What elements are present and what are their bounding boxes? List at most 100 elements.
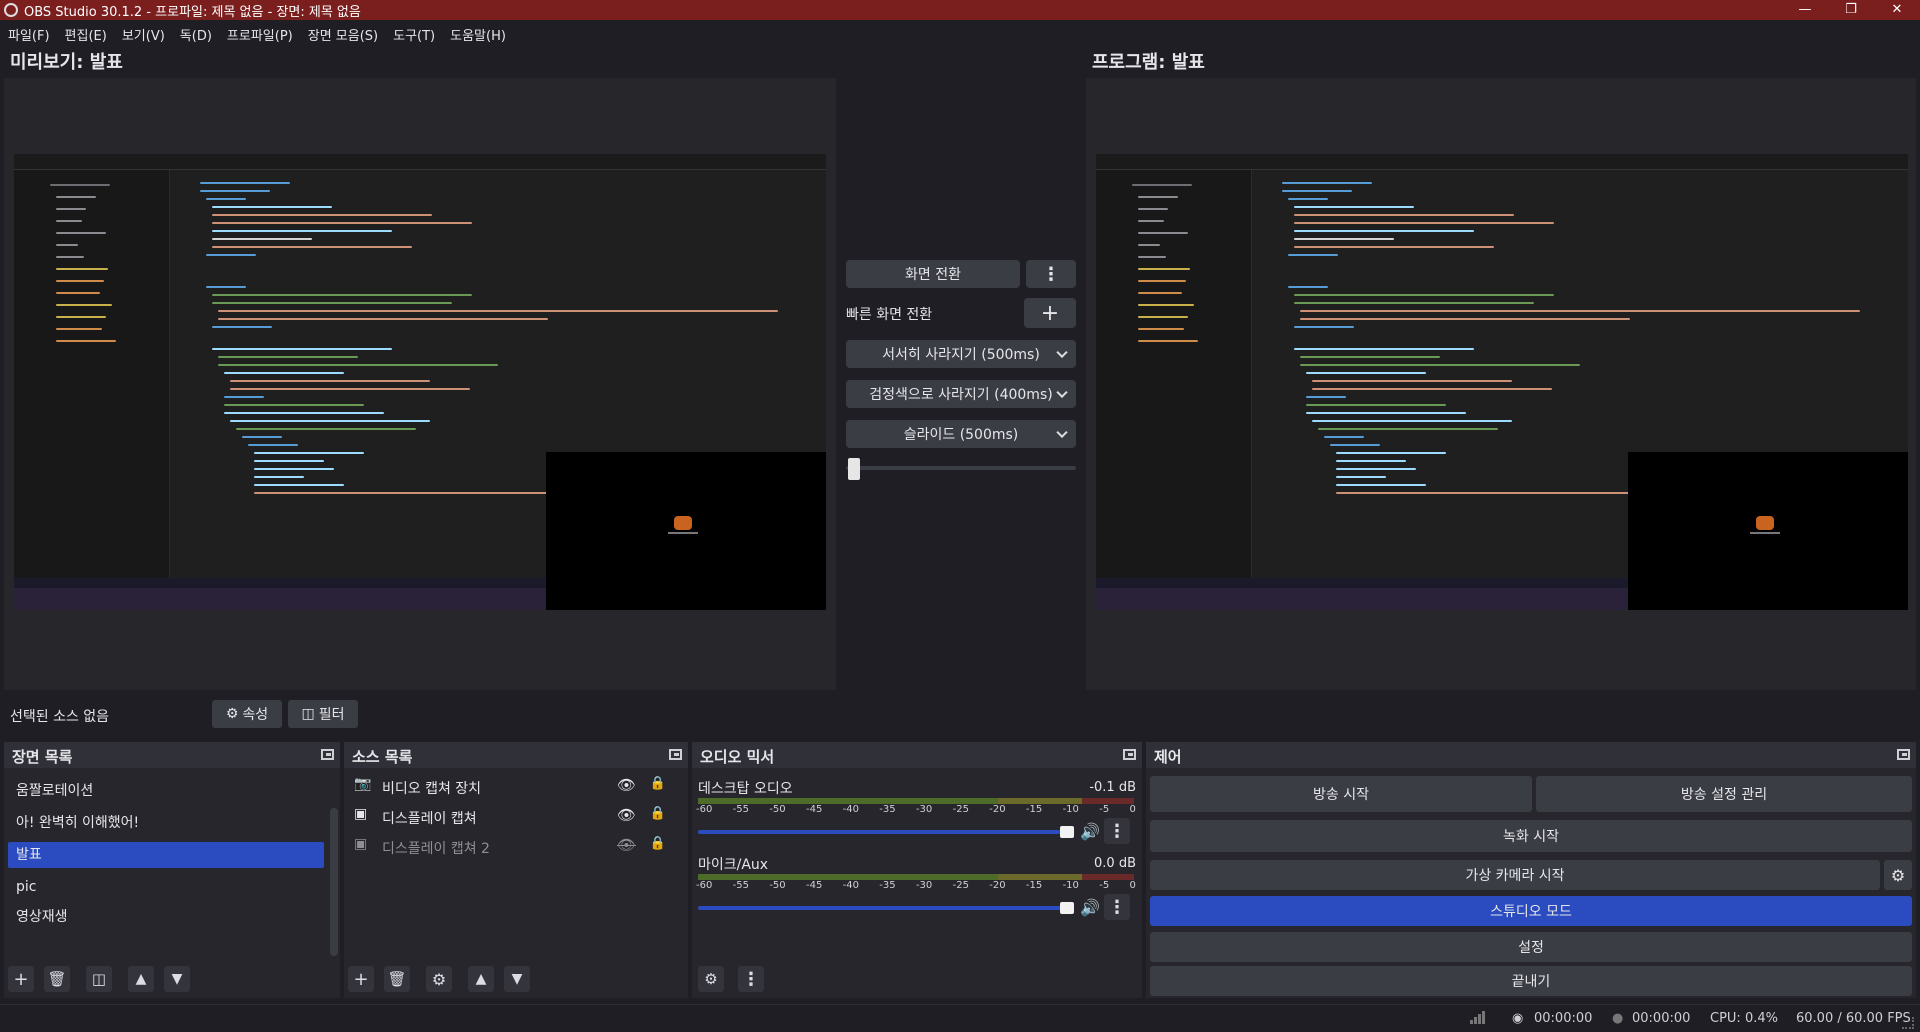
audio-meter-ticks: -60 -55 -50 -45 -40 -35 -30 -25 -20 -15 -10 -5 0: [696, 880, 1136, 891]
undock-icon[interactable]: [1897, 749, 1910, 760]
audio-channel-menu-button[interactable]: ⋮: [1104, 818, 1130, 844]
filter-icon: ◫: [301, 706, 315, 722]
chevron-up-icon: ▲: [135, 971, 147, 987]
properties-button[interactable]: ⚙ 속성: [212, 700, 282, 728]
menu-edit[interactable]: 편집(E): [65, 25, 107, 44]
remove-source-button[interactable]: 🗑: [384, 966, 410, 992]
chevron-down-icon: [1056, 346, 1068, 359]
quick-transition-fade-to-black[interactable]: 검정색으로 사라지기 (400ms): [846, 380, 1076, 408]
add-scene-button[interactable]: +: [8, 966, 34, 992]
audio-channel-db: 0.0 dB: [1094, 856, 1136, 871]
quick-transition-slide[interactable]: 슬라이드 (500ms): [846, 420, 1076, 448]
scenes-title: 장면 목록: [12, 748, 73, 766]
chevron-down-icon: ▼: [171, 971, 183, 987]
undock-icon[interactable]: [669, 749, 682, 760]
volume-slider[interactable]: [698, 826, 1074, 838]
maximize-button[interactable]: ❐: [1828, 0, 1874, 20]
virtual-camera-settings-button[interactable]: ⚙: [1884, 860, 1912, 890]
source-properties-button[interactable]: ⚙: [426, 966, 452, 992]
filter-icon: ◫: [91, 970, 107, 988]
settings-button[interactable]: 설정: [1150, 932, 1912, 962]
monitor-icon: ▣: [354, 836, 368, 852]
undock-icon[interactable]: [321, 749, 334, 760]
scene-item[interactable]: pic: [8, 874, 324, 900]
move-scene-down-button[interactable]: ▼: [164, 966, 190, 992]
start-recording-button[interactable]: 녹화 시작: [1150, 820, 1912, 852]
stream-status-icon: ◉: [1512, 1011, 1524, 1026]
menu-help[interactable]: 도움말(H): [450, 25, 506, 44]
move-source-down-button[interactable]: ▼: [504, 966, 530, 992]
studio-mode-button[interactable]: 스튜디오 모드: [1150, 896, 1912, 926]
advanced-audio-button[interactable]: ⚙: [698, 966, 724, 992]
no-source-selected-label: 선택된 소스 없음: [10, 709, 110, 725]
chevron-up-icon: ▲: [475, 971, 487, 987]
gear-icon: ⚙: [1890, 865, 1906, 885]
resize-grip-icon[interactable]: [1902, 1017, 1914, 1029]
speaker-icon[interactable]: 🔊: [1080, 822, 1100, 841]
scenes-scrollbar[interactable]: [330, 808, 338, 956]
lock-icon[interactable]: 🔒: [650, 806, 666, 821]
menu-tools[interactable]: 도구(T): [393, 25, 435, 44]
quick-transition-fade[interactable]: 서서히 사라지기 (500ms): [846, 340, 1076, 368]
undock-icon[interactable]: [1123, 749, 1136, 760]
speaker-icon[interactable]: 🔊: [1080, 898, 1100, 917]
menu-profile[interactable]: 프로파일(P): [227, 25, 293, 44]
trash-icon: 🗑: [47, 970, 67, 988]
eye-icon[interactable]: 👁: [617, 776, 636, 794]
exit-button[interactable]: 끝내기: [1150, 966, 1912, 996]
start-streaming-button[interactable]: 방송 시작: [1150, 776, 1532, 812]
transition-slider-track[interactable]: [846, 466, 1076, 470]
filters-button[interactable]: ◫ 필터: [288, 700, 358, 728]
move-scene-up-button[interactable]: ▲: [128, 966, 154, 992]
minimize-button[interactable]: —: [1782, 0, 1828, 20]
volume-slider-handle[interactable]: [1060, 902, 1074, 914]
more-vertical-icon: ⋮: [1042, 263, 1060, 285]
scene-item[interactable]: 아! 완벽히 이해했어!: [8, 810, 324, 836]
camera-icon: 📷: [354, 776, 372, 792]
transition-more-button[interactable]: ⋮: [1026, 260, 1076, 288]
transition-slider-handle[interactable]: [848, 458, 860, 480]
sources-title: 소스 목록: [352, 748, 413, 766]
menu-dock[interactable]: 독(D): [180, 25, 212, 44]
gear-icon: ⚙: [431, 969, 447, 989]
menu-view[interactable]: 보기(V): [122, 25, 165, 44]
trash-icon: 🗑: [387, 970, 407, 988]
source-item[interactable]: ▣ 디스플레이 캡쳐 👁 🔒: [354, 806, 682, 830]
add-quick-transition-button[interactable]: +: [1024, 298, 1076, 328]
close-button[interactable]: ✕: [1874, 0, 1920, 20]
source-item-hidden[interactable]: ▣ 디스플레이 캡쳐 2 👁 🔒: [354, 836, 682, 860]
scene-item[interactable]: 영상재생: [8, 904, 324, 930]
more-vertical-icon: ⋮: [1108, 896, 1126, 918]
eye-slash-icon[interactable]: 👁: [617, 836, 636, 854]
menu-scene-collection[interactable]: 장면 모음(S): [308, 25, 378, 44]
manage-broadcast-button[interactable]: 방송 설정 관리: [1536, 776, 1912, 812]
source-item[interactable]: 📷 비디오 캡쳐 장치 👁 🔒: [354, 776, 682, 800]
more-vertical-icon: ⋮: [1108, 820, 1126, 842]
scene-filters-button[interactable]: ◫: [86, 966, 112, 992]
scene-item-selected[interactable]: 발표: [8, 842, 324, 868]
program-canvas: [1086, 78, 1916, 690]
audio-channel-menu-button[interactable]: ⋮: [1104, 894, 1130, 920]
lock-icon[interactable]: 🔒: [650, 776, 666, 791]
audio-channel-name: 데스크탑 오디오: [698, 781, 793, 797]
eye-icon[interactable]: 👁: [617, 806, 636, 824]
audio-channel-db: -0.1 dB: [1089, 780, 1136, 795]
preview-canvas[interactable]: [4, 78, 836, 690]
quick-transitions-label: 빠른 화면 전환: [846, 307, 933, 323]
menu-file[interactable]: 파일(F): [8, 25, 50, 44]
program-label: 프로그램: 발표: [1092, 52, 1205, 73]
remove-scene-button[interactable]: 🗑: [44, 966, 70, 992]
lock-icon[interactable]: 🔒: [650, 836, 666, 851]
audio-mixer-menu-button[interactable]: ⋮: [738, 966, 764, 992]
plus-icon: +: [353, 968, 369, 990]
preview-display-capture: [14, 154, 826, 610]
volume-slider-handle[interactable]: [1060, 826, 1074, 838]
record-status-icon: ●: [1612, 1011, 1624, 1026]
add-source-button[interactable]: +: [348, 966, 374, 992]
plus-icon: +: [13, 968, 29, 990]
start-virtual-camera-button[interactable]: 가상 카메라 시작: [1150, 860, 1880, 890]
scene-transition-button[interactable]: 화면 전환: [846, 260, 1020, 288]
volume-slider[interactable]: [698, 902, 1074, 914]
move-source-up-button[interactable]: ▲: [468, 966, 494, 992]
scene-item[interactable]: 움짤로테이션: [8, 778, 324, 804]
